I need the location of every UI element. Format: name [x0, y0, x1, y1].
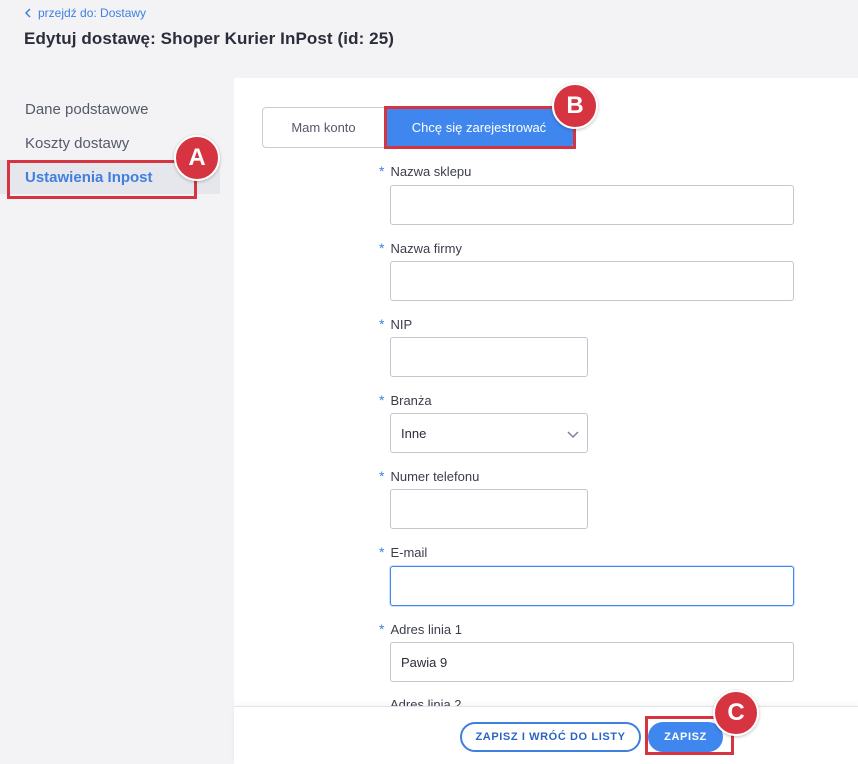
required-marker: * [379, 621, 385, 637]
annotation-badge-a: A [174, 135, 220, 181]
required-marker: * [379, 392, 385, 408]
sidebar-item-dane-podstawowe[interactable]: Dane podstawowe [0, 92, 220, 126]
field-label-email: * E-mail [379, 544, 428, 560]
sidebar-item-label: Koszty dostawy [25, 134, 130, 152]
chevron-left-icon [24, 8, 31, 18]
tab-mam-konto[interactable]: Mam konto [262, 107, 385, 148]
required-marker: * [379, 163, 385, 179]
field-label-nazwa-firmy: * Nazwa firmy [379, 240, 462, 256]
field-label-numer-telefonu: * Numer telefonu [379, 468, 480, 484]
tab-chce-sie-zarejestrowac[interactable]: Chcę się zarejestrować [385, 107, 573, 148]
nip-input[interactable] [390, 337, 588, 377]
account-tabs: Mam konto Chcę się zarejestrować [262, 107, 573, 148]
sidebar-item-label: Dane podstawowe [25, 100, 149, 118]
company-name-input[interactable] [390, 261, 794, 301]
email-input[interactable] [390, 566, 794, 606]
required-marker: * [379, 468, 385, 484]
required-marker: * [379, 316, 385, 332]
sidebar-item-label: Ustawienia Inpost [25, 168, 153, 186]
field-label-adres-linia-1: * Adres linia 1 [379, 621, 462, 637]
save-button[interactable]: ZAPISZ [648, 722, 723, 752]
main-content: Mam konto Chcę się zarejestrować * Nazwa … [234, 78, 858, 764]
field-label-branza: * Branża [379, 392, 432, 408]
field-label-nazwa-sklepu: * Nazwa sklepu [379, 163, 472, 179]
shop-name-input[interactable] [390, 185, 794, 225]
page-title: Edytuj dostawę: Shoper Kurier InPost (id… [24, 29, 395, 48]
phone-input[interactable] [390, 489, 588, 529]
required-marker: * [379, 544, 385, 560]
save-and-return-button[interactable]: ZAPISZ I WRÓĆ DO LISTY [460, 722, 641, 752]
chevron-down-icon [567, 431, 579, 439]
industry-select-value: Inne [401, 425, 427, 441]
annotation-badge-c: C [713, 690, 759, 736]
back-link[interactable]: przejdź do: Dostawy [24, 6, 146, 20]
industry-select[interactable]: Inne [390, 413, 588, 453]
annotation-badge-b: B [552, 83, 598, 129]
field-label-nip: * NIP [379, 316, 413, 332]
back-link-label: przejdź do: Dostawy [38, 6, 147, 20]
footer-action-bar: ZAPISZ I WRÓĆ DO LISTY ZAPISZ [234, 706, 858, 764]
required-marker: * [379, 240, 385, 256]
address-line-1-input[interactable]: Pawia 9 [390, 642, 794, 682]
